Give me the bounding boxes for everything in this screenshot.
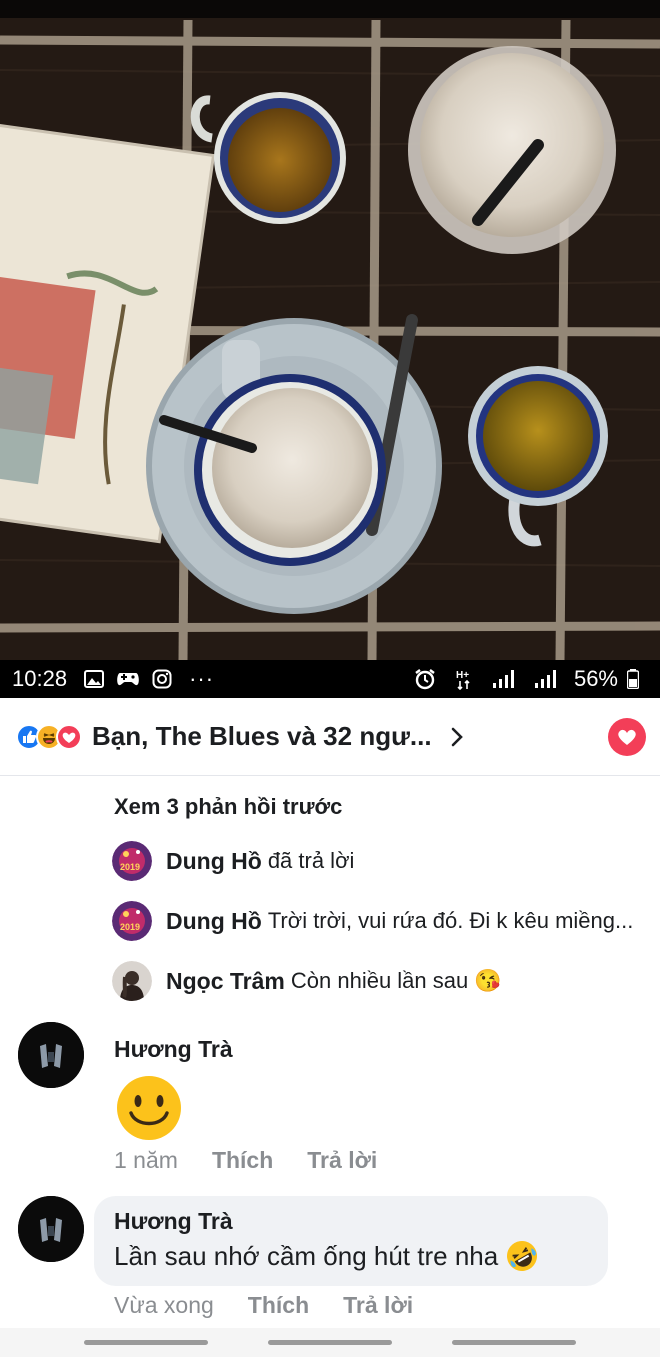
comment-author[interactable]: Hương Trà [114,1036,233,1063]
avatar[interactable]: 2019 [112,901,152,941]
comment-time: 1 năm [114,1147,178,1173]
reply-text: Còn nhiều lần sau 😘 [290,968,502,993]
comments-sheet: Bạn, The Blues và 32 ngư... Xem 3 phản h… [0,698,660,1357]
more-notifications-icon: ··· [189,666,215,691]
smiley-emoji-icon [117,1076,181,1140]
status-time: 10:28 [12,666,68,691]
comment-actions: Vừa xong Thích Trả lời [114,1292,413,1319]
like-button[interactable]: Thích [248,1292,309,1319]
svg-text:H+: H+ [456,670,469,681]
comment-text-body: Lần sau nhớ cầm ống hút tre nha [114,1240,499,1271]
reply-author[interactable]: Ngọc Trâm [166,968,285,995]
love-reaction-button[interactable] [608,718,646,756]
reply-text: đã trả lời [267,848,355,873]
comment-text: Lần sau nhớ cầm ống hút tre nha [114,1240,538,1272]
system-nav-bar [0,1328,660,1357]
love-icon [56,723,82,750]
signal-h-plus-icon: H+ [454,668,474,690]
like-button[interactable]: Thích [212,1147,273,1174]
comment-bubble[interactable]: Hương Trà Lần sau nhớ cầm ống hút tre nh… [94,1196,608,1286]
nav-back-button[interactable] [452,1340,576,1345]
reply-author[interactable]: Dung Hồ [166,848,262,875]
rolling-laughing-emoji-icon [507,1241,538,1271]
comment-author[interactable]: Hương Trà [114,1208,233,1235]
gallery-icon [81,668,107,690]
nav-recents-button[interactable] [84,1340,208,1345]
avatar[interactable] [18,1022,84,1088]
battery-percent: 56% [573,666,618,691]
svg-text:2019: 2019 [120,862,140,872]
svg-text:2019: 2019 [120,922,140,932]
coffee-table-photo [0,0,660,660]
post-photo[interactable] [0,0,660,660]
instagram-icon [149,668,175,690]
nav-home-button[interactable] [268,1340,392,1345]
battery-icon [626,668,640,690]
reply-text: Trời trời, vui rứa đó. Đi k kêu miềng... [267,908,634,933]
reply-button[interactable]: Trả lời [343,1292,413,1319]
status-bar: 10:28 ··· H+ 56% [0,660,660,698]
comment-time: Vừa xong [114,1292,214,1318]
alarm-icon [412,668,438,690]
reactions-bar[interactable]: Bạn, The Blues và 32 ngư... [0,698,660,776]
heart-icon [618,729,636,745]
signal-bars-2-icon [532,668,558,690]
reply-summary[interactable]: 2019 Dung Hồ Trời trời, vui rứa đó. Đi k… [112,900,652,942]
view-previous-replies-link[interactable]: Xem 3 phản hồi trước [114,794,342,820]
comment-actions: 1 năm Thích Trả lời [114,1147,377,1174]
avatar[interactable] [18,1196,84,1262]
chevron-right-icon[interactable] [446,726,468,748]
reply-author[interactable]: Dung Hồ [166,908,262,935]
avatar[interactable]: 2019 [112,841,152,881]
signal-bars-icon [490,668,516,690]
reply-button[interactable]: Trả lời [307,1147,377,1174]
avatar[interactable] [112,961,152,1001]
reply-summary[interactable]: Ngọc Trâm Còn nhiều lần sau 😘 [112,960,652,1002]
game-controller-icon [115,668,141,690]
reaction-summary[interactable]: Bạn, The Blues và 32 ngư... [92,721,432,752]
reply-summary[interactable]: 2019 Dung Hồ đã trả lời [112,840,652,882]
reaction-icons [16,723,82,750]
